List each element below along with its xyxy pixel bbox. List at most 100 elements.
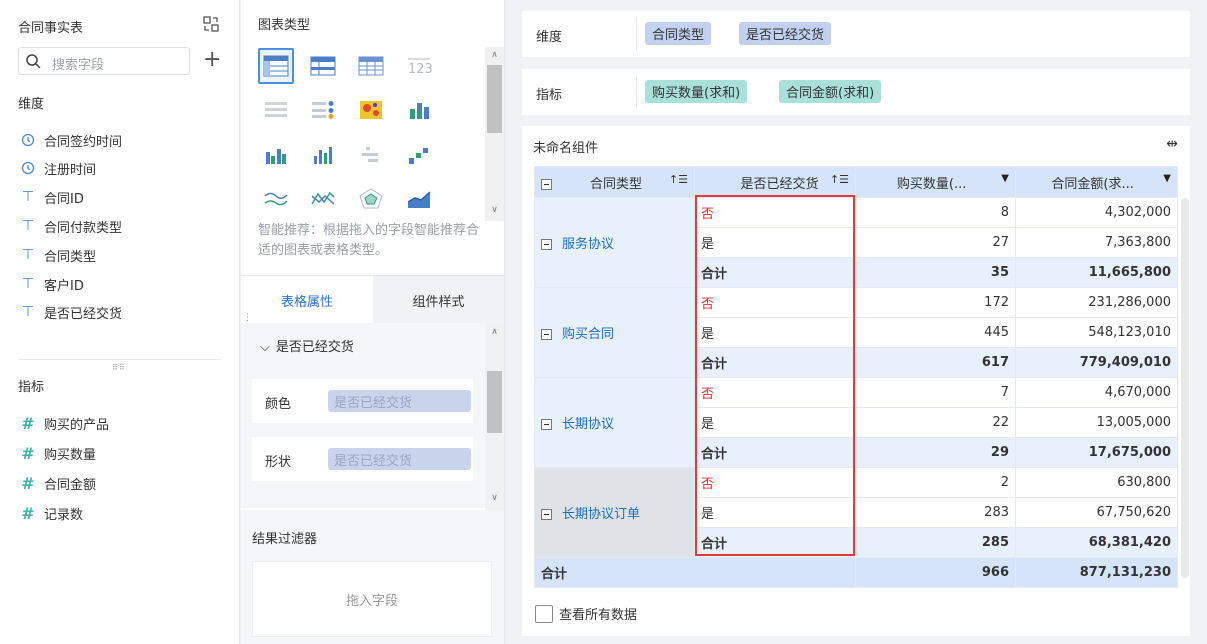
field-item[interactable]: ⊤ 合同类型 (18, 245, 96, 265)
kpi-number-icon[interactable]: 123 (401, 48, 437, 84)
field-item[interactable]: # 购买数量 (18, 443, 96, 463)
table-cell: 合计 (534, 557, 856, 588)
resize-handle-icon[interactable]: ⠿⠿ (112, 363, 126, 372)
polyline-chart-icon[interactable] (305, 181, 341, 217)
table-row: 长期协议订单 否 2 630,800 (534, 467, 1178, 558)
shape-field-slot[interactable]: 是否已经交货 (328, 448, 471, 470)
collapse-icon[interactable] (541, 178, 552, 190)
header-quantity[interactable]: 购买数量(... ▼ (855, 166, 1016, 198)
field-label: 合同签约时间 (44, 134, 123, 150)
dimension-chip[interactable]: 合同类型 (645, 22, 712, 45)
table-cell: 966 (855, 557, 1016, 588)
filter-drop-zone[interactable]: 拖入字段 (252, 561, 492, 637)
table-cell: 67,750,620 (1015, 497, 1178, 528)
column-chart-icon[interactable] (305, 137, 341, 173)
field-search-input[interactable]: 搜索字段 (18, 47, 190, 75)
measure-chip[interactable]: 购买数量(求和) (645, 80, 748, 103)
field-item[interactable]: ⊤ 合同付款类型 (18, 216, 122, 236)
field-item[interactable]: # 记录数 (18, 503, 83, 523)
table-cell: 172 (855, 287, 1016, 318)
measure-chip[interactable]: 合同金额(求和) (779, 80, 882, 103)
chevron-up-icon[interactable]: ∧ (489, 327, 500, 337)
field-label: 客户ID (44, 278, 84, 294)
header-label: 合同类型 (590, 176, 643, 192)
collapse-icon[interactable] (541, 419, 552, 430)
dropdown-icon[interactable]: ▼ (1001, 173, 1009, 184)
switch-dataset-icon[interactable] (202, 15, 220, 33)
table-cell: 285 (855, 527, 1016, 558)
color-field-slot[interactable]: 是否已经交货 (328, 390, 471, 412)
field-item[interactable]: ⊤ 合同ID (18, 187, 84, 207)
search-icon (25, 53, 41, 73)
show-all-data-toggle[interactable]: 查看所有数据 (535, 604, 637, 623)
dot-list-icon[interactable] (305, 92, 341, 128)
table-cell: 是 (694, 227, 856, 258)
field-item[interactable]: 合同签约时间 (18, 130, 122, 150)
chart-types-scrollbar[interactable]: ∧ ∨ (485, 47, 504, 221)
field-item[interactable]: 注册时间 (18, 158, 96, 178)
tab-component-style[interactable]: 组件样式 (373, 276, 504, 324)
grouped-table-icon[interactable] (305, 48, 341, 84)
table-cell: 445 (855, 317, 1016, 348)
field-panel: 合同事实表 搜索字段 + 维度 合同签约时间 注册时间 ⊤ 合同ID ⊤ 合同付… (0, 0, 240, 644)
field-item[interactable]: ⊤ 是否已经交货 (18, 302, 122, 322)
header-delivered[interactable]: 是否已经交货 ↑☰ (694, 166, 856, 198)
table-cell: 283 (855, 497, 1016, 528)
add-field-button[interactable]: + (203, 49, 221, 71)
property-scrollbar[interactable]: ∧ ∨ (485, 323, 504, 510)
area-chart-icon[interactable] (401, 181, 437, 217)
field-item[interactable]: # 购买的产品 (18, 413, 109, 433)
grouped-column-icon[interactable] (258, 137, 294, 173)
measure-shelf: 指标 购买数量(求和) 合同金额(求和) (522, 69, 1190, 115)
property-group-header[interactable]: ⌵ 是否已经交货 (260, 336, 354, 355)
collapse-icon[interactable] (541, 509, 552, 520)
group-cell[interactable]: 购买合同 (534, 287, 695, 378)
scrollbar-thumb[interactable] (487, 371, 502, 433)
dropdown-icon[interactable]: ▼ (1163, 173, 1171, 184)
group-cell[interactable]: 服务协议 (534, 197, 695, 288)
expand-width-icon[interactable]: ⇹ (1166, 136, 1178, 152)
cross-table-icon[interactable] (258, 48, 294, 84)
field-label: 购买的产品 (44, 417, 110, 433)
table-scrollbar[interactable] (1181, 198, 1189, 578)
field-item[interactable]: # 合同金额 (18, 473, 96, 493)
table-cell: 7 (855, 377, 1016, 408)
dimension-chip[interactable]: 是否已经交货 (739, 22, 832, 45)
table-row: 服务协议 否 8 4,302,000 (534, 197, 1178, 288)
checkbox[interactable] (535, 604, 553, 623)
smart-recommend-hint: 智能推荐：根据拖入的字段智能推荐合适的图表或表格类型。 (258, 223, 480, 258)
chevron-up-icon[interactable]: ∧ (489, 50, 500, 60)
header-amount[interactable]: 合同金额(求... ▼ (1015, 166, 1178, 198)
heatmap-icon[interactable] (353, 92, 389, 128)
text-list-icon[interactable] (258, 92, 294, 128)
property-group-label: 是否已经交货 (275, 340, 354, 355)
table-cell: 35 (855, 257, 1016, 288)
group-cell[interactable]: 长期协议订单 (534, 467, 695, 558)
line-chart-icon[interactable] (258, 181, 294, 217)
collapse-icon[interactable] (541, 329, 552, 340)
group-cell[interactable]: 长期协议 (534, 377, 695, 468)
chevron-down-icon[interactable]: ∨ (489, 493, 500, 503)
field-item[interactable]: ⊤ 客户ID (18, 274, 84, 294)
sort-icon[interactable]: ↑☰ (830, 173, 849, 186)
table-cell: 是 (694, 317, 856, 348)
stacked-bar-icon[interactable] (401, 92, 437, 128)
tab-table-properties[interactable]: 表格属性 (241, 276, 373, 324)
hash-icon: # (21, 413, 35, 433)
scrollbar-thumb[interactable] (487, 65, 502, 133)
range-bar-icon[interactable] (353, 137, 389, 173)
sort-icon[interactable]: ↑☰ (669, 173, 688, 186)
chevron-down-icon[interactable]: ∨ (489, 205, 500, 215)
component-title[interactable]: 未命名组件 (533, 137, 598, 156)
resize-handle-icon[interactable]: ⋮ (243, 313, 252, 323)
chart-config-panel: 图表类型 123 ∧ ∨ 智能推荐：根据拖入的字段智能推荐合适的图表或表格类型。… (241, 0, 505, 644)
property-tabs: 表格属性 组件样式 (241, 275, 504, 324)
group-label: 服务协议 (562, 237, 615, 252)
header-contract-type[interactable]: 合同类型 ↑☰ (534, 166, 695, 198)
radar-chart-icon[interactable] (353, 181, 389, 217)
dimension-shelf: 维度 合同类型 是否已经交货 (522, 11, 1190, 57)
detail-table-icon[interactable] (353, 48, 389, 84)
collapse-icon[interactable] (541, 239, 552, 250)
waterfall-icon[interactable] (401, 137, 437, 173)
field-label: 合同付款类型 (44, 220, 123, 236)
